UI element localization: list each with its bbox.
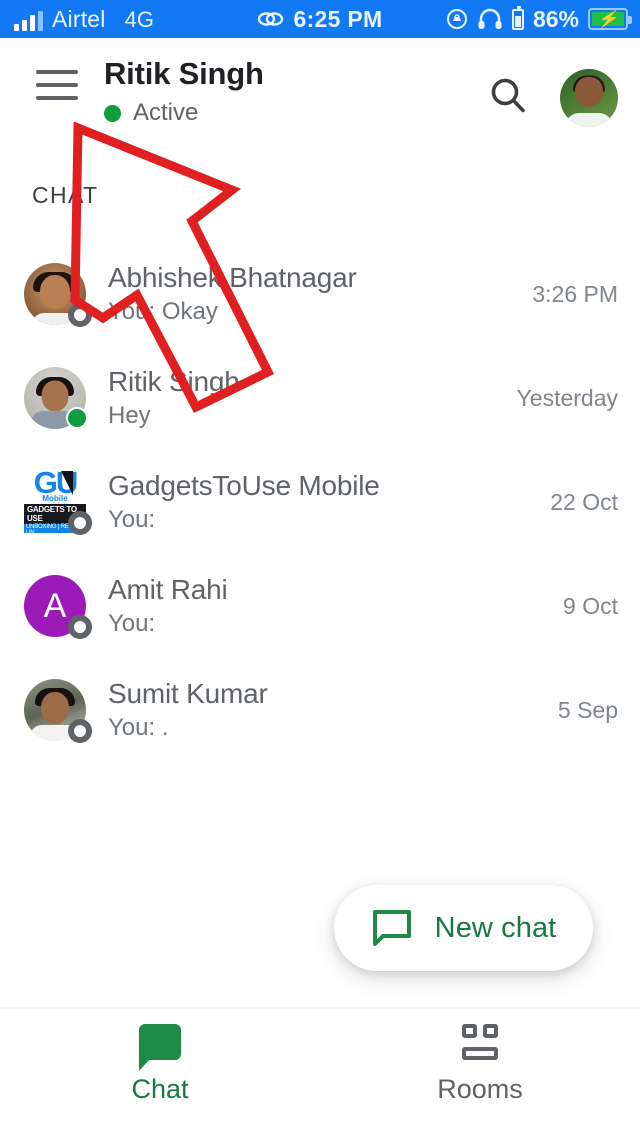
status-bar-right: 86% ⚡ bbox=[446, 5, 632, 33]
row-avatar-wrap bbox=[24, 263, 92, 327]
app-header: Ritik Singh Active bbox=[0, 38, 640, 138]
tab-rooms-label: Rooms bbox=[437, 1074, 523, 1104]
row-texts: Amit Rahi You: bbox=[108, 573, 551, 639]
table-row[interactable]: Abhishek Bhatnagar You: Okay 3:26 PM bbox=[0, 242, 640, 346]
status-bar-left: Airtel 4G bbox=[14, 5, 154, 32]
bottom-navigation: Chat Rooms bbox=[0, 1007, 640, 1136]
battery-percent-label: 86% bbox=[532, 5, 579, 32]
presence-badge-offline-icon bbox=[68, 615, 92, 639]
contact-name: Ritik Singh bbox=[108, 366, 240, 397]
network-type-label: 4G bbox=[124, 6, 154, 32]
row-texts: GadgetsToUse Mobile You: bbox=[108, 469, 538, 535]
chat-list: Abhishek Bhatnagar You: Okay 3:26 PM Rit… bbox=[0, 242, 640, 762]
presence-badge-online-icon bbox=[66, 407, 88, 429]
message-timestamp: 9 Oct bbox=[563, 592, 618, 619]
chain-link-icon bbox=[257, 12, 284, 26]
message-snippet: You: Okay bbox=[108, 298, 218, 325]
carrier-label: Airtel bbox=[52, 5, 106, 32]
message-snippet: You: . bbox=[108, 714, 169, 741]
table-row[interactable]: A Amit Rahi You: 9 Oct bbox=[0, 554, 640, 658]
presence-row[interactable]: Active bbox=[104, 100, 264, 126]
table-row[interactable]: GU Mobile GADGETS TO USE UNBOXING | REVI… bbox=[0, 450, 640, 554]
battery-charging-icon: ⚡ bbox=[588, 8, 632, 30]
presence-badge-offline-icon bbox=[68, 511, 92, 535]
row-avatar-wrap bbox=[24, 367, 88, 429]
row-texts: Sumit Kumar You: . bbox=[108, 677, 546, 743]
search-icon[interactable] bbox=[486, 74, 530, 118]
message-timestamp: 22 Oct bbox=[550, 488, 618, 515]
battery-icon bbox=[511, 5, 524, 30]
hamburger-menu-icon[interactable] bbox=[36, 70, 78, 100]
signal-bars-icon bbox=[14, 10, 43, 31]
tab-chat[interactable]: Chat bbox=[0, 1009, 320, 1136]
row-avatar-wrap: A bbox=[24, 575, 92, 639]
row-texts: Abhishek Bhatnagar You: Okay bbox=[108, 261, 520, 327]
new-chat-button[interactable]: New chat bbox=[334, 885, 593, 971]
page-title: Ritik Singh bbox=[104, 56, 264, 91]
contact-name: Sumit Kumar bbox=[108, 678, 268, 709]
contact-name: Abhishek Bhatnagar bbox=[108, 262, 357, 293]
new-chat-bubble-icon bbox=[372, 910, 411, 946]
status-bar: Airtel 4G 6:25 PM 86% ⚡ bbox=[0, 0, 640, 38]
message-snippet: You: bbox=[108, 610, 156, 637]
new-chat-label: New chat bbox=[434, 911, 557, 944]
presence-badge-offline-icon bbox=[68, 303, 92, 327]
status-bar-center: 6:25 PM bbox=[257, 6, 382, 33]
message-timestamp: 3:26 PM bbox=[532, 280, 618, 307]
rooms-grid-icon bbox=[459, 1024, 501, 1060]
contact-name: GadgetsToUse Mobile bbox=[108, 470, 380, 501]
avatar-face bbox=[575, 77, 603, 108]
tab-chat-label: Chat bbox=[131, 1074, 189, 1104]
presence-badge-offline-icon bbox=[68, 719, 92, 743]
chat-bubble-filled-icon bbox=[139, 1024, 181, 1071]
header-title-block: Ritik Singh Active bbox=[104, 56, 264, 126]
message-snippet: Hey bbox=[108, 402, 151, 429]
table-row[interactable]: Sumit Kumar You: . 5 Sep bbox=[0, 658, 640, 762]
message-timestamp: 5 Sep bbox=[557, 696, 618, 723]
logo-mark-text: GU bbox=[34, 471, 78, 498]
presence-label: Active bbox=[133, 99, 199, 126]
tab-rooms[interactable]: Rooms bbox=[320, 1009, 640, 1136]
phone-screen: Airtel 4G 6:25 PM 86% ⚡ Ritik Singh Acti… bbox=[0, 0, 640, 1136]
clock-label: 6:25 PM bbox=[293, 5, 383, 32]
screen-rotation-lock-icon bbox=[446, 9, 467, 29]
contact-name: Amit Rahi bbox=[108, 574, 228, 605]
avatar[interactable] bbox=[560, 69, 618, 127]
avatar-shirt bbox=[565, 113, 613, 127]
row-avatar-wrap: GU Mobile GADGETS TO USE UNBOXING | REVI… bbox=[24, 471, 92, 535]
table-row[interactable]: Ritik Singh Hey Yesterday bbox=[0, 346, 640, 450]
row-avatar-wrap bbox=[24, 679, 92, 743]
row-texts: Ritik Singh Hey bbox=[108, 365, 505, 431]
presence-dot-icon bbox=[104, 104, 121, 122]
message-timestamp: Yesterday bbox=[516, 384, 618, 411]
message-snippet: You: bbox=[108, 506, 156, 533]
headphones-icon bbox=[478, 8, 502, 29]
section-header-chat: CHAT bbox=[32, 182, 99, 208]
